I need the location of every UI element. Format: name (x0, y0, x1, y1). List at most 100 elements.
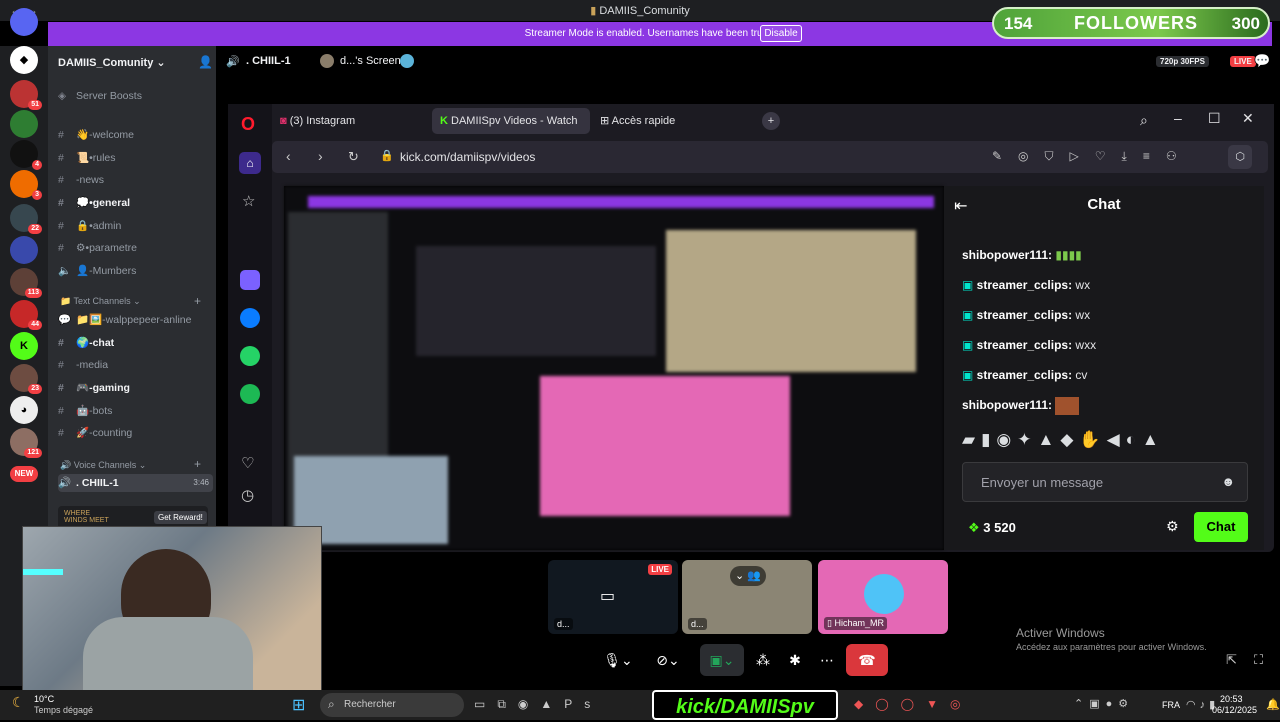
emote-bar[interactable]: ▰▮◉✦▲◆✋◀◐▲ (962, 430, 1165, 450)
category-text-channels[interactable]: 📁 Text Channels ⌄ (60, 296, 141, 307)
server-icon[interactable]: 23 (10, 364, 42, 394)
clock-time[interactable]: 20:53 (1220, 694, 1243, 704)
screen-share-button[interactable]: ▣⌄ (700, 644, 744, 676)
history-icon[interactable]: ◷ (241, 486, 254, 504)
disconnect-button[interactable]: ☎ (846, 644, 888, 676)
add-member-icon[interactable]: 👤 (198, 55, 213, 69)
new-tab-button[interactable]: + (762, 112, 780, 130)
aria-icon[interactable] (240, 270, 260, 290)
toolbar-icons[interactable]: ✎◎⛉▷♡⤓≡⚇ (992, 149, 1193, 164)
discover-icon[interactable]: ◆ (10, 46, 38, 74)
server-icon[interactable]: 3 (10, 170, 42, 200)
server-icon[interactable] (10, 110, 38, 138)
url-field[interactable]: kick.com/damiispv/videos (400, 150, 535, 164)
fullscreen-icon[interactable]: ⛶ (1254, 652, 1263, 668)
channel-counting[interactable]: # 🚀-counting (58, 424, 213, 442)
chat-text: wx (1075, 308, 1091, 322)
microphone-button[interactable]: 🎙⌄ (596, 644, 640, 676)
tab-quick-access[interactable]: ⊞ Accès rapide (592, 108, 712, 134)
channel-chat[interactable]: # 🌍-chat (58, 334, 213, 352)
soundboard-button[interactable]: ✱ (778, 644, 812, 676)
minimize-button[interactable]: – (1174, 110, 1182, 126)
chat-bubble-icon[interactable]: 💬 (1254, 53, 1270, 69)
channel-admin[interactable]: # 🔒•admin (58, 217, 213, 235)
chat-user[interactable]: streamer_cclips: (977, 368, 1072, 382)
close-button[interactable]: ✕ (1242, 110, 1254, 127)
tab-instagram[interactable]: ◙ (3) Instagram (272, 108, 422, 134)
taskbar-apps[interactable]: ▭⧉◉▲Ps (474, 697, 602, 712)
forward-icon[interactable]: › (318, 148, 323, 164)
server-name[interactable]: DAMIIS_Comunity ⌄ (58, 56, 166, 69)
tab-kick-videos[interactable]: K DAMIISpv Videos - Watch (432, 108, 590, 134)
add-channel-icon[interactable]: + (194, 457, 201, 471)
server-icon[interactable]: 121 (10, 428, 42, 458)
channel-bots[interactable]: # 🤖-bots (58, 402, 213, 420)
more-options-button[interactable]: ⋯ (810, 644, 844, 676)
messenger-icon[interactable] (240, 308, 260, 328)
server-icon[interactable]: ◕ (10, 396, 38, 424)
server-icon[interactable]: 51 (10, 80, 42, 110)
maximize-button[interactable]: ☐ (1208, 110, 1221, 127)
category-voice-channels[interactable]: 🔊 Voice Channels ⌄ (60, 460, 146, 471)
back-icon[interactable]: ‹ (286, 148, 291, 164)
spotify-icon[interactable] (240, 384, 260, 404)
server-icon: ▮ (590, 5, 600, 17)
whatsapp-icon[interactable] (240, 346, 260, 366)
home-icon[interactable] (10, 8, 38, 36)
channel-welcome[interactable]: # 👋-welcome (58, 126, 213, 144)
language-indicator[interactable]: FRA (1162, 700, 1180, 710)
add-channel-icon[interactable]: + (194, 294, 201, 308)
participant-tile[interactable]: ⌄ 👥 d... (682, 560, 812, 634)
channel-points[interactable]: ❖ 3 520 (968, 520, 1016, 536)
settings-gear-icon[interactable]: ⚙ (1166, 518, 1179, 535)
user-options-icon[interactable]: ⌄ 👥 (730, 566, 766, 586)
reload-icon[interactable]: ↻ (348, 149, 359, 165)
star-icon[interactable]: ☆ (242, 192, 255, 210)
notification-icon[interactable]: 🔔 (1266, 698, 1280, 711)
server-icon[interactable]: 44 (10, 300, 42, 330)
channel-gaming[interactable]: # 🎮-gaming (58, 379, 213, 397)
chat-user[interactable]: streamer_cclips: (977, 338, 1072, 352)
start-icon[interactable]: ⊞ (292, 695, 305, 715)
participant-tile-screen[interactable]: LIVE ▭ d... (548, 560, 678, 634)
emoji-icon[interactable]: ☻ (1221, 474, 1235, 489)
chat-user[interactable]: shibopower111: (962, 398, 1052, 412)
search-icon[interactable]: ⌕ (1140, 112, 1148, 129)
get-reward-button[interactable]: Get Reward! (154, 511, 207, 524)
opera-logo-icon[interactable]: O (241, 114, 255, 135)
category-label: Voice Channels (73, 460, 137, 470)
extension-icon[interactable]: ⬡ (1228, 145, 1252, 169)
popout-icon[interactable]: ⇱ (1226, 652, 1237, 668)
channel-walppepeer[interactable]: 💬 📁🖼️-walppepeer-anline (58, 311, 213, 329)
chat-placeholder: Envoyer un message (981, 475, 1104, 490)
chat-user[interactable]: shibopower111: (962, 248, 1052, 262)
server-icon[interactable]: 113 (10, 268, 42, 298)
participant-tile[interactable]: ▯ Hicham_MR (818, 560, 948, 634)
taskbar-search[interactable]: ⌕ Rechercher (320, 693, 464, 717)
chat-input[interactable]: Envoyer un message ☻ (962, 462, 1248, 502)
server-boosts[interactable]: ◈ Server Boosts (58, 87, 213, 105)
chat-send-button[interactable]: Chat (1194, 512, 1248, 542)
heart-icon[interactable]: ♡ (241, 454, 254, 472)
tab-label: DAMIISpv Videos - Watch (451, 115, 578, 127)
channel-news[interactable]: # -news (58, 171, 213, 189)
server-icon[interactable] (10, 236, 38, 264)
server-icon[interactable]: 22 (10, 204, 42, 234)
channel-media[interactable]: # -media (58, 356, 213, 374)
tray-icons[interactable]: ⌃▣●⚙ (1074, 697, 1134, 710)
taskbar-apps-right[interactable]: ◆◯◯▼◎ (854, 697, 972, 711)
chat-user[interactable]: streamer_cclips: (977, 308, 1072, 322)
channel-mumbers[interactable]: 🔈 👤-Mumbers (58, 262, 213, 280)
channel-parametre[interactable]: # ⚙•parametre (58, 239, 213, 257)
camera-off-button[interactable]: ⊘⌄ (646, 644, 690, 676)
chat-user[interactable]: streamer_cclips: (977, 278, 1072, 292)
channel-rules[interactable]: # 📜•rules (58, 149, 213, 167)
clock-date[interactable]: 06/12/2025 (1212, 705, 1257, 715)
kick-server-icon[interactable]: K (10, 332, 38, 360)
disable-button[interactable]: Disable (760, 25, 802, 42)
server-icon[interactable]: 4 (10, 140, 42, 170)
voice-channel-chill[interactable]: 🔊 . CHIIL-1 3:46 (58, 474, 213, 492)
home-icon[interactable]: ⌂ (239, 152, 261, 174)
activities-button[interactable]: ⁂ (746, 644, 780, 676)
channel-general[interactable]: # 💭•general (58, 194, 213, 212)
